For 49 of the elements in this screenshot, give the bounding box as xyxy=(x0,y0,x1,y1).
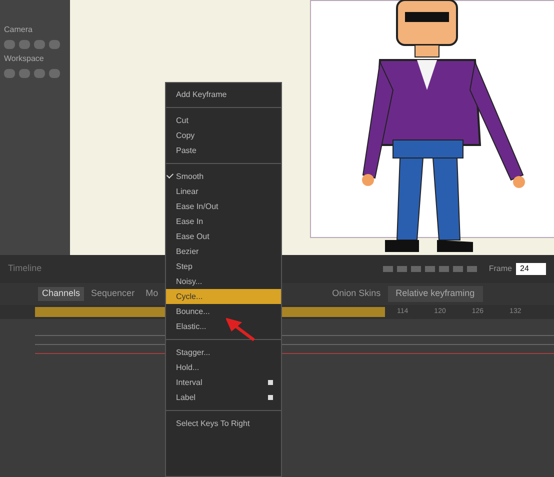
menu-item[interactable]: Ease In/Out xyxy=(166,199,281,214)
tool-icon[interactable] xyxy=(4,40,15,49)
pointer-arrow-icon xyxy=(226,318,256,342)
menu-item[interactable]: Stagger... xyxy=(166,345,281,360)
playback-icon[interactable] xyxy=(424,266,435,272)
menu-item[interactable]: Linear xyxy=(166,184,281,199)
playback-icon[interactable] xyxy=(410,266,421,272)
playback-icon[interactable] xyxy=(466,266,477,272)
tool-icon[interactable] xyxy=(34,40,45,49)
submenu-icon xyxy=(268,380,273,385)
submenu-icon xyxy=(268,395,273,400)
menu-item[interactable]: Noisy... xyxy=(166,274,281,289)
onion-skins-button[interactable]: Onion Skins xyxy=(328,287,385,301)
playback-icon[interactable] xyxy=(438,266,449,272)
frame-field[interactable]: 24 xyxy=(516,263,546,275)
timeline-tab[interactable]: Mo xyxy=(142,287,162,301)
tool-icon[interactable] xyxy=(49,40,60,49)
menu-item[interactable]: Cycle... xyxy=(166,289,281,304)
menu-item[interactable]: Smooth xyxy=(166,169,281,184)
menu-item[interactable]: Select Keys To Right xyxy=(166,416,281,431)
menu-item[interactable]: Add Keyframe xyxy=(166,87,281,102)
panel-heading: Camera xyxy=(4,24,34,36)
check-icon xyxy=(166,171,174,179)
menu-item[interactable]: Ease Out xyxy=(166,229,281,244)
menu-item[interactable]: Label xyxy=(166,390,281,405)
menu-item[interactable]: Copy xyxy=(166,128,281,143)
tool-icon[interactable] xyxy=(34,69,45,78)
playback-icon[interactable] xyxy=(382,266,393,272)
tool-icon[interactable] xyxy=(49,69,60,78)
playback-icon[interactable] xyxy=(452,266,463,272)
menu-item[interactable]: Cut xyxy=(166,113,281,128)
panel-heading: Workspace xyxy=(4,53,45,65)
tool-icon[interactable] xyxy=(19,40,30,49)
menu-item[interactable]: Ease In xyxy=(166,214,281,229)
menu-item[interactable]: Step xyxy=(166,259,281,274)
menu-item[interactable]: Interval xyxy=(166,375,281,390)
relative-keyframing-button[interactable]: Relative keyframing xyxy=(388,286,483,302)
tool-icon[interactable] xyxy=(19,69,30,78)
menu-item[interactable]: Elastic... xyxy=(166,319,281,334)
playback-icon[interactable] xyxy=(396,266,407,272)
timeline-tab[interactable]: Channels xyxy=(38,287,84,301)
frame-label: Frame xyxy=(488,263,512,275)
menu-item[interactable]: Paste xyxy=(166,143,281,158)
menu-item[interactable]: Hold... xyxy=(166,360,281,375)
tool-icon[interactable] xyxy=(4,69,15,78)
timeline-tab[interactable]: Sequencer xyxy=(87,287,139,301)
panel-title: Timeline xyxy=(8,262,42,276)
menu-item[interactable]: Bounce... xyxy=(166,304,281,319)
menu-item[interactable]: Bezier xyxy=(166,244,281,259)
